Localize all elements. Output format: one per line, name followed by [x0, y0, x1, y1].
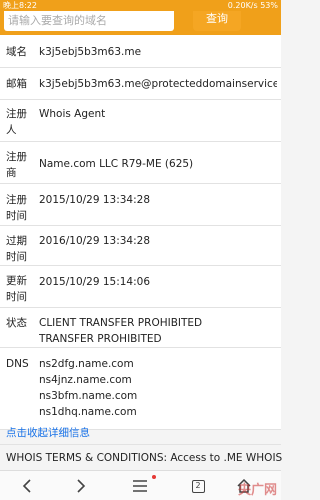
menu-icon [133, 480, 147, 492]
whois-row-label: 域名 [6, 46, 27, 58]
watermark-logo: 央广网 [237, 483, 277, 498]
whois-row-value: k3j5ebj5b3m63.me@protecteddomainservices… [39, 76, 277, 92]
whois-row-value: Whois Agent [39, 106, 277, 122]
whois-row-label: 注册人 [6, 108, 27, 136]
whois-table: 域名 k3j5ebj5b3m63.me 邮箱 k3j5ebj5b3m63.me@pro… [0, 35, 281, 430]
back-button[interactable] [8, 471, 48, 500]
whois-value-line: Name.com LLC R79-ME (625) [39, 158, 194, 170]
chevron-right-icon [77, 479, 86, 493]
whois-row: 状态 CLIENT TRANSFER PROHIBITED TRANSFER PRO… [0, 308, 281, 348]
whois-row: DNS ns2dfg.name.com ns4jnz.name.com ns3bfm.… [0, 348, 281, 430]
whois-value-line: k3j5ebj5b3m63.me [39, 46, 142, 58]
whois-value-line: ns3bfm.name.com [39, 390, 138, 402]
whois-value-line: ns2dfg.name.com [39, 358, 134, 370]
divider [0, 444, 281, 445]
forward-button[interactable] [60, 471, 100, 500]
whois-value-line: k3j5ebj5b3m63.me@protecteddomainservices… [39, 78, 277, 90]
status-bar: 晚上8:22 0.20K/s 53% [0, 0, 281, 11]
whois-row-label: 注册时间 [6, 194, 27, 222]
whois-row-label: 状态 [6, 317, 27, 329]
status-indicators: 0.20K/s 53% [227, 1, 278, 10]
whois-row-value: 2015/10/29 13:34:28 [39, 192, 277, 208]
whois-row-value: k3j5ebj5b3m63.me [39, 44, 277, 60]
whois-row-value: ns2dfg.name.com ns4jnz.name.com ns3bfm.nam… [39, 356, 277, 420]
tabs-button[interactable]: 2 [178, 471, 218, 500]
whois-row: 注册商 Name.com LLC R79-ME (625) [0, 142, 281, 184]
whois-row-value: 2015/10/29 15:14:06 [39, 274, 277, 290]
whois-value-line: ns4jnz.name.com [39, 374, 132, 386]
whois-value-line: 2015/10/29 15:14:06 [39, 276, 151, 288]
search-bar: 请输入要查询的域名 查询 [0, 11, 281, 35]
status-time: 晚上8:22 [3, 1, 37, 10]
whois-row-label: 邮箱 [6, 78, 27, 90]
whois-row-label: 更新时间 [6, 275, 27, 303]
search-button[interactable]: 查询 [193, 11, 241, 31]
whois-row: 域名 k3j5ebj5b3m63.me [0, 35, 281, 68]
whois-row: 注册时间 2015/10/29 13:34:28 [0, 184, 281, 226]
whois-row-label: 过期时间 [6, 235, 27, 263]
whois-row-value: 2016/10/29 13:34:28 [39, 233, 277, 249]
whois-value-line: Whois Agent [39, 108, 106, 120]
chevron-left-icon [22, 479, 31, 493]
whois-row-value: Name.com LLC R79-ME (625) [39, 156, 277, 172]
domain-search-input[interactable]: 请输入要查询的域名 [4, 11, 174, 31]
whois-value-line: 2015/10/29 13:34:28 [39, 194, 151, 206]
tab-count: 2 [191, 479, 205, 493]
whois-row: 注册人 Whois Agent [0, 100, 281, 142]
whois-value-line: ns1dhq.name.com [39, 406, 137, 418]
whois-value-line: TRANSFER PROHIBITED [39, 333, 162, 345]
whois-row: 更新时间 2015/10/29 15:14:06 [0, 266, 281, 308]
whois-value-line: CLIENT TRANSFER PROHIBITED [39, 317, 203, 329]
whois-row: 过期时间 2016/10/29 13:34:28 [0, 226, 281, 266]
whois-value-line: 2016/10/29 13:34:28 [39, 235, 151, 247]
notification-dot [152, 475, 156, 479]
whois-terms-text: WHOIS TERMS & CONDITIONS: Access to .ME … [6, 452, 283, 464]
whois-row-label: 注册商 [6, 151, 27, 179]
whois-row: 邮箱 k3j5ebj5b3m63.me@protecteddomainservic… [0, 68, 281, 100]
whois-row-label: DNS [6, 358, 29, 370]
bottom-nav-bar: 2 央广网 [0, 470, 281, 500]
whois-row-value: CLIENT TRANSFER PROHIBITED TRANSFER PROHI… [39, 315, 277, 347]
collapse-details-link[interactable]: 点击收起详细信息 [6, 426, 90, 440]
